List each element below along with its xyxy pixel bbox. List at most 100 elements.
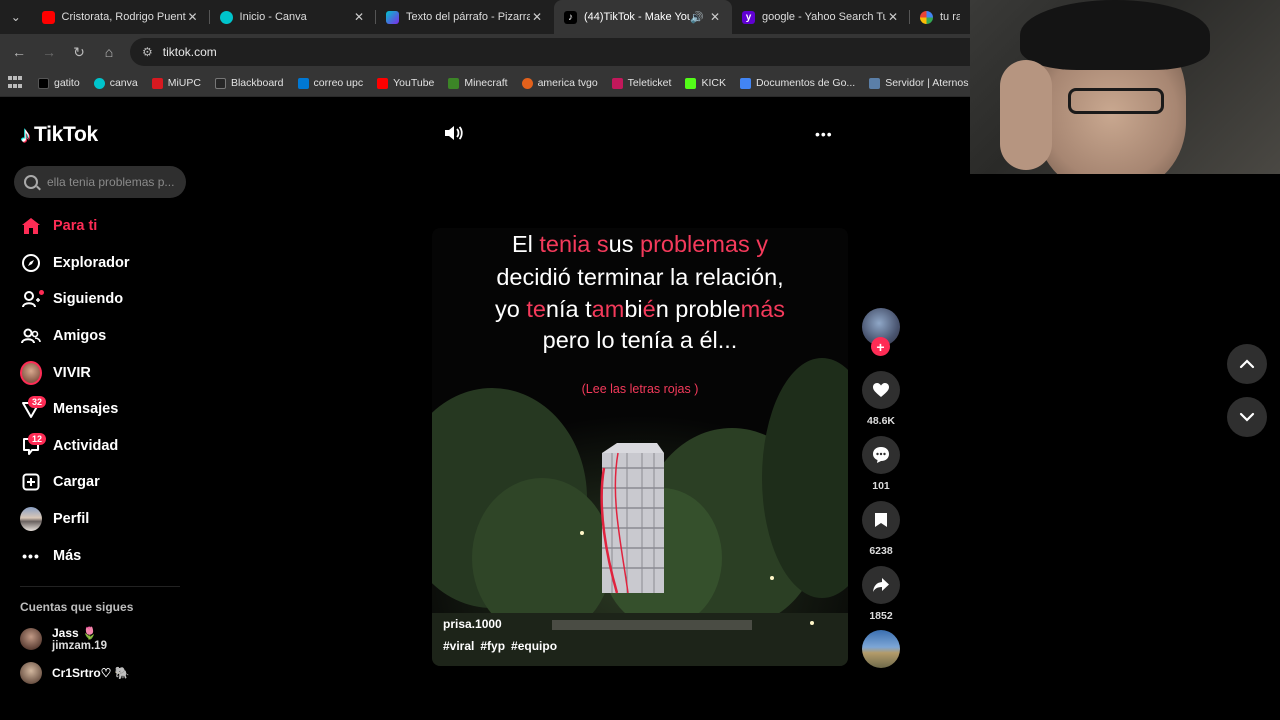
follow-plus-icon[interactable]: + bbox=[871, 337, 890, 356]
tab-audio-icon[interactable]: 🔊 bbox=[690, 11, 704, 24]
share-arrow-icon[interactable] bbox=[862, 566, 900, 604]
sidebar-item-explorador[interactable]: Explorador bbox=[20, 245, 190, 282]
account-handle: jimzam.19 bbox=[52, 640, 107, 652]
browser-tab[interactable]: y google - Yahoo Search Tus ✕ bbox=[732, 0, 910, 34]
caption-line: yo tenía también problemás bbox=[494, 296, 786, 322]
sidebar-item-label: Perfil bbox=[53, 511, 90, 528]
teleticket-favicon-icon bbox=[611, 77, 623, 89]
sidebar-item-para-ti[interactable]: Para ti bbox=[20, 208, 190, 245]
comment-icon[interactable] bbox=[862, 436, 900, 474]
bookmark[interactable]: Blackboard bbox=[214, 77, 284, 89]
account-name: Cr1Srtro♡ 🐘 bbox=[52, 666, 130, 680]
bookmark[interactable]: canva bbox=[93, 77, 138, 89]
tab-close-icon[interactable]: ✕ bbox=[708, 10, 722, 24]
bookmarks-bar: gatito canva MiUPC Blackboard correo upc… bbox=[0, 70, 970, 97]
back-arrow-icon[interactable]: ← bbox=[4, 37, 34, 67]
save-count: 6238 bbox=[869, 545, 893, 557]
tab-title: google - Yahoo Search Tus bbox=[762, 11, 886, 23]
sidebar-item-siguiendo[interactable]: Siguiendo bbox=[20, 281, 190, 318]
browser-tab[interactable]: Inicio - Canva ✕ bbox=[210, 0, 376, 34]
forward-arrow-icon[interactable]: → bbox=[34, 37, 64, 67]
search-input[interactable] bbox=[47, 175, 179, 189]
bookmark[interactable]: Documentos de Go... bbox=[739, 77, 855, 89]
volume-icon[interactable] bbox=[443, 124, 463, 147]
comment-action[interactable]: 101 bbox=[861, 436, 901, 492]
browser-tab-active[interactable]: ♪ (44)TikTok - Make Your 🔊 ✕ bbox=[554, 0, 732, 34]
chevron-down-icon bbox=[1239, 412, 1255, 422]
sidebar-item-label: Mensajes bbox=[53, 401, 119, 418]
sidebar-item-vivir[interactable]: VIVIR bbox=[20, 354, 190, 391]
like-count: 48.6K bbox=[866, 415, 896, 427]
bookmark[interactable]: gatito bbox=[38, 77, 80, 89]
following-section-title: Cuentas que sigues bbox=[20, 600, 134, 614]
search-icon[interactable] bbox=[24, 175, 38, 189]
activity-badge: 12 bbox=[28, 432, 47, 445]
save-action[interactable]: 6238 bbox=[861, 501, 901, 557]
profile-avatar-icon bbox=[20, 507, 42, 532]
bookmark[interactable]: correo upc bbox=[297, 77, 363, 89]
tab-close-icon[interactable]: ✕ bbox=[352, 10, 366, 24]
sidebar-item-mensajes[interactable]: 32 Mensajes bbox=[20, 391, 190, 428]
tab-title: Inicio - Canva bbox=[239, 11, 307, 23]
apps-grid-icon[interactable] bbox=[8, 76, 22, 90]
address-bar[interactable]: ⚙ tiktok.com bbox=[130, 38, 970, 66]
tab-close-icon[interactable]: ✕ bbox=[886, 10, 900, 24]
video-author[interactable]: prisa.1000 bbox=[443, 617, 502, 631]
sidebar-item-cargar[interactable]: Cargar bbox=[20, 464, 190, 501]
bookmark[interactable]: Teleticket bbox=[611, 77, 671, 89]
address-url: tiktok.com bbox=[162, 45, 217, 59]
bookmark[interactable]: MiUPC bbox=[151, 77, 201, 89]
messages-badge: 32 bbox=[28, 395, 47, 408]
tab-title: Cristorata, Rodrigo Puente bbox=[61, 11, 186, 23]
tab-search-chevron-icon[interactable]: ⌄ bbox=[0, 0, 32, 34]
bookmark[interactable]: Minecraft bbox=[448, 77, 508, 89]
sidebar-item-mas[interactable]: ••• Más bbox=[20, 537, 190, 574]
compass-icon bbox=[20, 252, 42, 274]
sidebar-item-label: Más bbox=[53, 547, 82, 564]
tiktok-logo[interactable]: ♪ TikTok bbox=[20, 122, 98, 148]
hashtag-link[interactable]: #fyp bbox=[480, 639, 505, 653]
sidebar-item-label: Cargar bbox=[53, 474, 100, 491]
music-disc-icon[interactable] bbox=[862, 630, 900, 668]
share-action[interactable]: 1852 bbox=[861, 566, 901, 622]
hashtag-link[interactable]: #equipo bbox=[511, 639, 557, 653]
sidebar-item-label: Para ti bbox=[53, 218, 98, 235]
following-account[interactable]: Cr1Srtro♡ 🐘 bbox=[20, 662, 130, 684]
following-account[interactable]: Jass 🌷 jimzam.19 bbox=[20, 626, 107, 652]
browser-tab[interactable]: tu raj bbox=[910, 0, 970, 34]
sidebar-item-amigos[interactable]: Amigos bbox=[20, 318, 190, 355]
friends-icon bbox=[20, 325, 42, 347]
heart-icon[interactable] bbox=[862, 371, 900, 409]
search-bar[interactable] bbox=[14, 166, 186, 198]
google-docs-favicon-icon bbox=[739, 77, 751, 89]
upload-icon bbox=[20, 471, 42, 493]
comment-count: 101 bbox=[872, 480, 890, 492]
more-options-icon[interactable]: ••• bbox=[815, 126, 833, 142]
bookmark[interactable]: YouTube bbox=[377, 77, 434, 89]
like-action[interactable]: 48.6K bbox=[861, 371, 901, 427]
bookmark[interactable]: KICK bbox=[685, 77, 726, 89]
tab-close-icon[interactable]: ✕ bbox=[186, 10, 200, 24]
previous-video-button[interactable] bbox=[1227, 344, 1267, 384]
account-avatar bbox=[20, 662, 42, 684]
hashtag-link[interactable]: #viral bbox=[443, 639, 474, 653]
bookmark-icon[interactable] bbox=[862, 501, 900, 539]
bookmark[interactable]: Servidor | Aternos bbox=[869, 77, 968, 89]
home-icon[interactable]: ⌂ bbox=[94, 37, 124, 67]
tab-close-icon[interactable]: ✕ bbox=[530, 10, 544, 24]
sidebar-item-perfil[interactable]: Perfil bbox=[20, 501, 190, 538]
reload-icon[interactable]: ↻ bbox=[64, 37, 94, 67]
browser-tab[interactable]: Cristorata, Rodrigo Puente ✕ bbox=[32, 0, 210, 34]
next-video-button[interactable] bbox=[1227, 397, 1267, 437]
tab-title: (44)TikTok - Make Your bbox=[584, 11, 690, 23]
site-settings-icon[interactable]: ⚙ bbox=[142, 45, 153, 59]
chevron-up-icon bbox=[1239, 359, 1255, 369]
sidebar-item-actividad[interactable]: 12 Actividad bbox=[20, 428, 190, 465]
canva-favicon-icon bbox=[219, 10, 233, 24]
sidebar-item-label: Amigos bbox=[53, 328, 107, 345]
video-caption-overlay: El tenia sus problemas y decidió termina… bbox=[432, 228, 848, 356]
browser-tab[interactable]: Texto del párrafo - Pizarra ✕ bbox=[376, 0, 554, 34]
browser-toolbar: ← → ↻ ⌂ ⚙ tiktok.com bbox=[0, 34, 970, 70]
webcam-overlay bbox=[970, 0, 1280, 174]
bookmark[interactable]: america tvgo bbox=[521, 77, 598, 89]
